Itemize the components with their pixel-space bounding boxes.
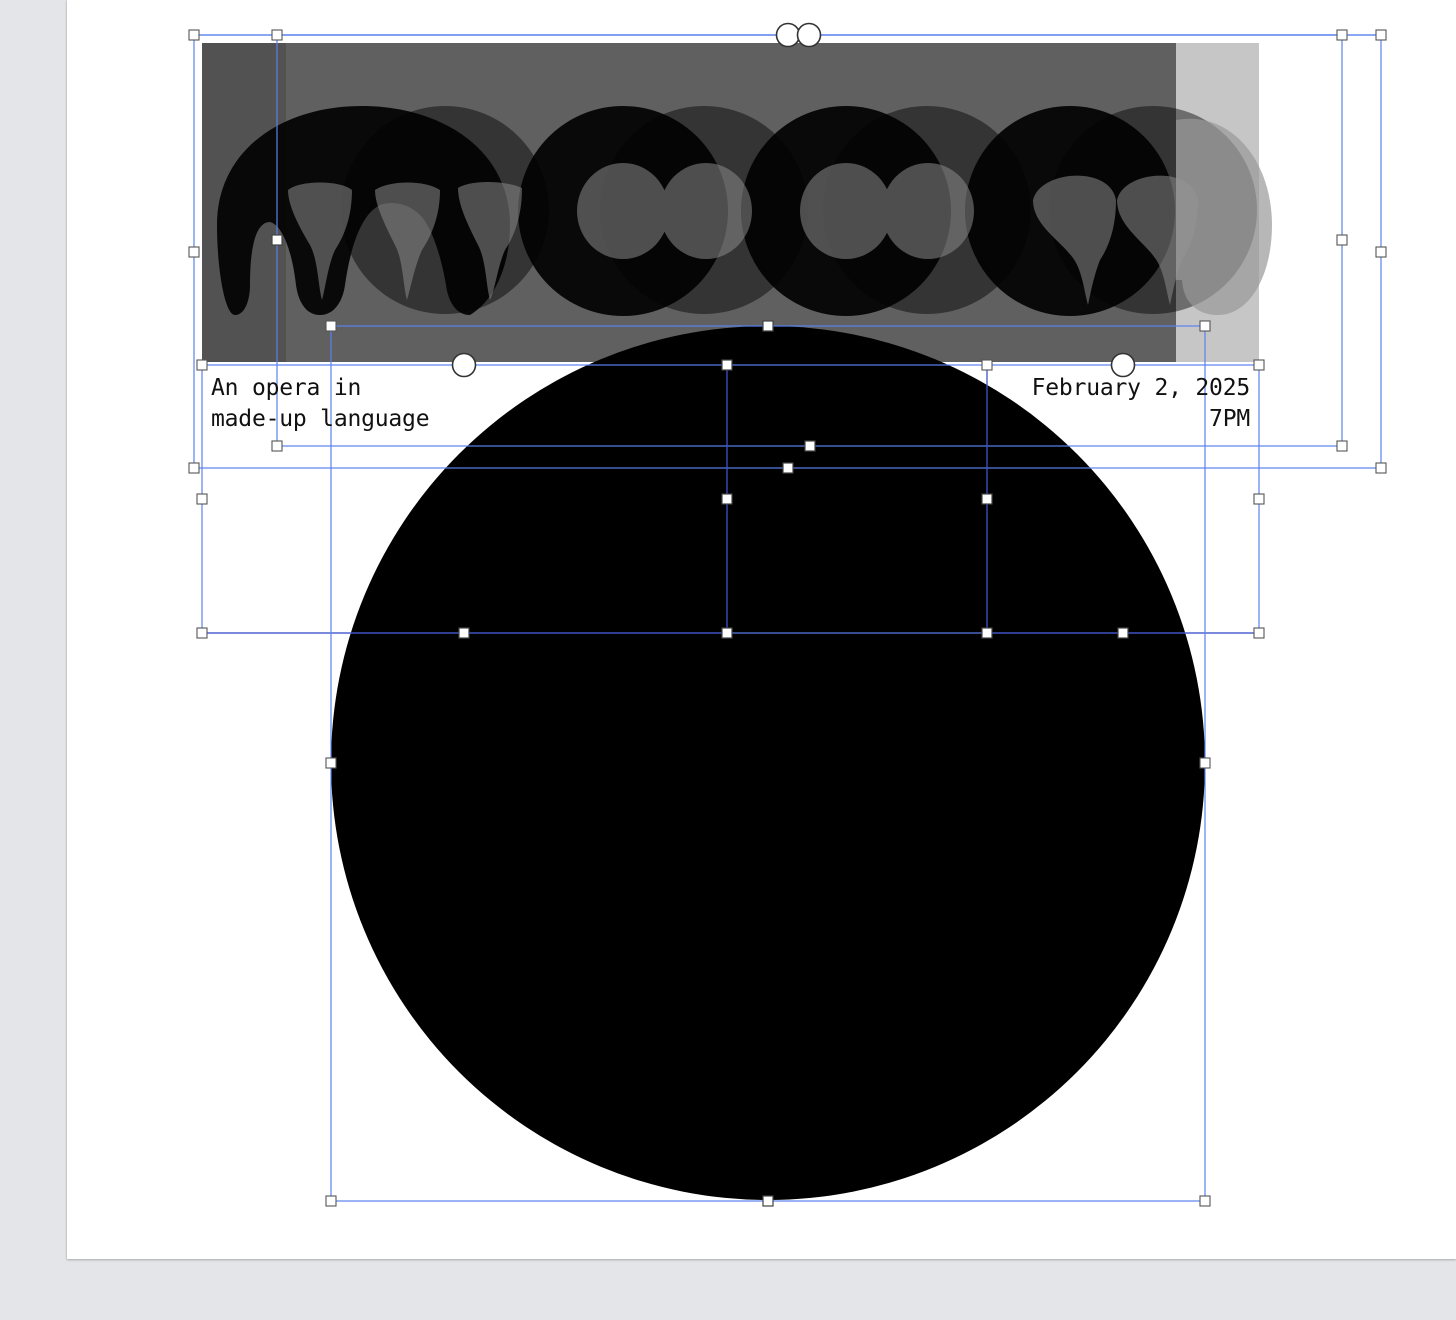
caption-right-line-1: February 2, 2025 — [1031, 375, 1251, 401]
banner-image[interactable] — [202, 43, 1272, 362]
design-canvas[interactable] — [0, 0, 1456, 1320]
caption-left-line-1: An opera in — [211, 375, 362, 401]
caption-left-text[interactable]: An opera in made-up language — [211, 373, 430, 435]
caption-left-line-2: made-up language — [211, 406, 430, 432]
caption-right-text[interactable]: February 2, 2025 7PM — [1031, 373, 1251, 435]
caption-right-line-2: 7PM — [1209, 406, 1250, 432]
black-circle-shape[interactable] — [331, 326, 1205, 1200]
